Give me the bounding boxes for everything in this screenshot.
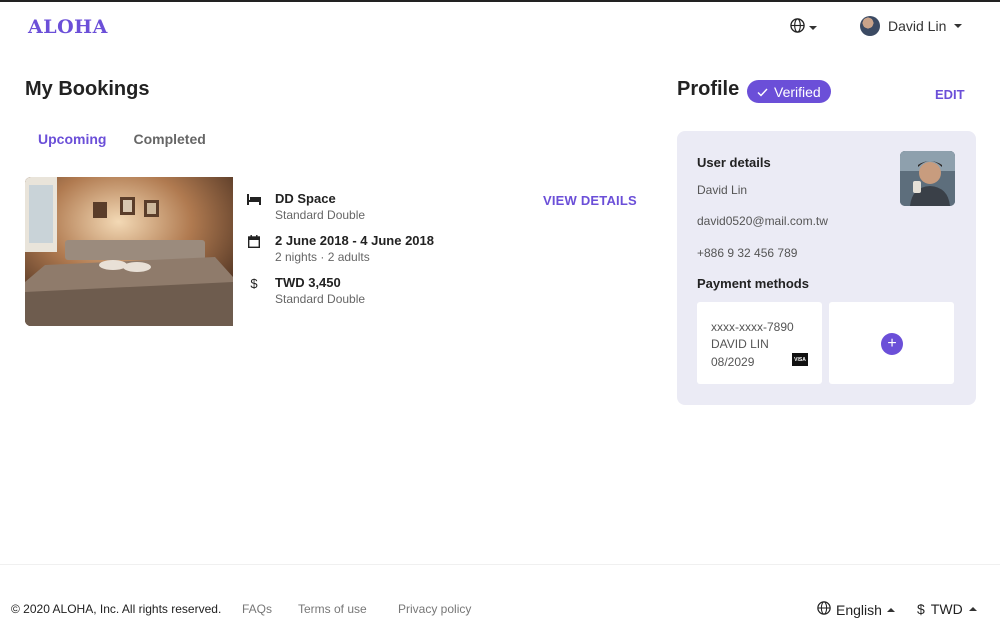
profile-title: Profile — [677, 78, 740, 100]
card-holder: DAVID LIN — [711, 337, 769, 351]
profile-photo[interactable] — [900, 151, 955, 206]
chevron-up-icon — [886, 607, 895, 612]
logo[interactable]: ALOHA — [28, 16, 108, 38]
tab-upcoming[interactable]: Upcoming — [38, 131, 106, 147]
bed-icon — [247, 192, 261, 206]
add-payment-card[interactable]: + — [829, 302, 954, 384]
language-selector[interactable]: English — [817, 601, 895, 618]
user-name: David Lin — [888, 18, 947, 34]
footer-divider — [0, 564, 1000, 565]
chevron-down-icon — [809, 26, 817, 30]
user-menu-button[interactable]: David Lin — [860, 16, 963, 36]
booking-room-type: Standard Double — [275, 208, 366, 222]
booking-price-detail: Standard Double — [275, 292, 366, 306]
card-number: xxxx-xxxx-7890 — [711, 320, 794, 334]
calendar-icon — [247, 234, 261, 248]
currency-selector[interactable]: $ TWD — [917, 601, 977, 617]
profile-email: david0520@mail.com.tw — [697, 214, 828, 228]
booking-place: DD Space — [275, 191, 336, 206]
booking-stay-details: 2 nights · 2 adults — [275, 250, 370, 264]
card-expiry: 08/2029 — [711, 355, 755, 369]
currency-label: TWD — [930, 601, 963, 617]
view-details-link[interactable]: VIEW DETAILS — [543, 193, 637, 208]
booking-dates: 2 June 2018 - 4 June 2018 — [275, 233, 434, 248]
globe-icon — [817, 601, 831, 618]
payment-methods-heading: Payment methods — [697, 276, 809, 291]
chevron-up-icon — [968, 607, 977, 611]
footer-link-terms[interactable]: Terms of use — [298, 602, 367, 616]
booking-dates-row: 2 June 2018 - 4 June 2018 2 nights · 2 a… — [247, 233, 467, 266]
booking-photo[interactable] — [25, 177, 233, 326]
footer-link-privacy[interactable]: Privacy policy — [398, 602, 471, 616]
edit-profile-link[interactable]: EDIT — [935, 87, 965, 102]
globe-icon — [790, 18, 805, 38]
top-border — [0, 0, 1000, 2]
booking-price: TWD 3,450 — [275, 275, 341, 290]
add-payment-button[interactable]: + — [881, 333, 903, 355]
tab-completed[interactable]: Completed — [133, 131, 205, 147]
booking-place-row: DD Space Standard Double — [247, 191, 467, 224]
page-title: My Bookings — [25, 78, 150, 100]
check-icon — [757, 84, 768, 100]
payment-card[interactable]: xxxx-xxxx-7890 DAVID LIN 08/2029 VISA — [697, 302, 822, 384]
visa-logo: VISA — [792, 353, 808, 366]
profile-name: David Lin — [697, 183, 748, 197]
copyright: © 2020 ALOHA, Inc. All rights reserved. — [11, 602, 222, 616]
dollar-icon: $ — [250, 275, 258, 291]
verified-badge: Verified — [747, 80, 831, 103]
avatar — [860, 16, 880, 36]
booking-price-row: $ TWD 3,450 Standard Double — [247, 275, 467, 308]
profile-phone: +886 9 32 456 789 — [697, 246, 798, 260]
profile-card: User details David Lin david0520@mail.co… — [677, 131, 976, 405]
language-menu-button[interactable] — [790, 18, 817, 38]
verified-label: Verified — [774, 83, 821, 100]
booking-details: DD Space Standard Double 2 June 2018 - 4… — [247, 191, 467, 317]
footer-link-faqs[interactable]: FAQs — [242, 602, 272, 616]
dollar-icon: $ — [917, 601, 925, 617]
chevron-down-icon — [954, 24, 963, 28]
booking-tabs: Upcoming Completed — [38, 131, 206, 147]
language-label: English — [836, 601, 882, 618]
user-details-heading: User details — [697, 155, 771, 170]
